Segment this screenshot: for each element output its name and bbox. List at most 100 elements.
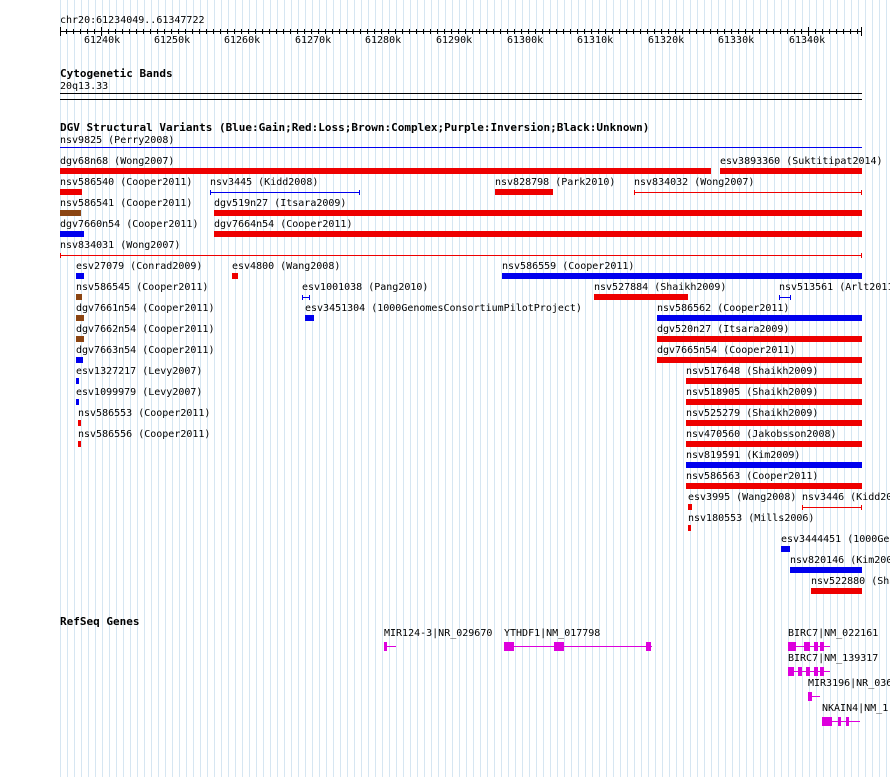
dgv-variant-label[interactable]: dgv7661n54 (Cooper2011) — [76, 303, 214, 314]
dgv-variant-label[interactable]: nsv586563 (Cooper2011) — [686, 471, 818, 482]
dgv-variant-label[interactable]: nsv586562 (Cooper2011) — [657, 303, 789, 314]
dgv-variant-label[interactable]: nsv3445 (Kidd2008) — [210, 177, 318, 188]
refseq-gene-exon[interactable] — [788, 667, 794, 676]
dgv-variant-label[interactable]: nsv834032 (Wong2007) — [634, 177, 754, 188]
dgv-variant-label[interactable]: nsv586545 (Cooper2011) — [76, 282, 208, 293]
dgv-variant-label[interactable]: nsv9825 (Perry2008) — [60, 135, 174, 146]
refseq-track-title[interactable]: RefSeq Genes — [60, 616, 139, 628]
dgv-variant-bar[interactable] — [76, 378, 79, 384]
dgv-variant-label[interactable]: dgv68n68 (Wong2007) — [60, 156, 174, 167]
dgv-variant-label[interactable]: nsv586556 (Cooper2011) — [78, 429, 210, 440]
dgv-variant-label[interactable]: dgv7664n54 (Cooper2011) — [214, 219, 352, 230]
dgv-variant-bar[interactable] — [686, 441, 862, 447]
refseq-gene-label[interactable]: NKAIN4|NM_1 — [822, 703, 888, 714]
dgv-variant-bar[interactable] — [60, 168, 711, 174]
dgv-variant-bar[interactable] — [495, 189, 553, 195]
dgv-variant-label[interactable]: nsv525279 (Shaikh2009) — [686, 408, 818, 419]
refseq-gene-exon[interactable] — [804, 642, 810, 651]
refseq-gene-exon[interactable] — [846, 717, 849, 726]
refseq-gene-label[interactable]: BIRC7|NM_139317 — [788, 653, 878, 664]
dgv-variant-label[interactable]: nsv586541 (Cooper2011) — [60, 198, 192, 209]
dgv-variant-label[interactable]: nsv180553 (Mills2006) — [688, 513, 814, 524]
dgv-variant-label[interactable]: dgv7662n54 (Cooper2011) — [76, 324, 214, 335]
dgv-variant-label[interactable]: nsv470560 (Jakobsson2008) — [686, 429, 837, 440]
dgv-variant-label[interactable]: nsv517648 (Shaikh2009) — [686, 366, 818, 377]
refseq-gene-exon[interactable] — [808, 692, 812, 701]
refseq-gene-intron[interactable] — [504, 646, 652, 647]
dgv-variant-label[interactable]: nsv518905 (Shaikh2009) — [686, 387, 818, 398]
dgv-variant-label[interactable]: nsv586559 (Cooper2011) — [502, 261, 634, 272]
refseq-gene-exon[interactable] — [788, 642, 796, 651]
refseq-gene-label[interactable]: BIRC7|NM_022161 — [788, 628, 878, 639]
dgv-variant-bar[interactable] — [686, 378, 862, 384]
dgv-variant-bar[interactable] — [60, 189, 82, 195]
dgv-variant-label[interactable]: dgv7663n54 (Cooper2011) — [76, 345, 214, 356]
dgv-variant-bar[interactable] — [502, 273, 862, 279]
dgv-variant-label[interactable]: esv1327217 (Levy2007) — [76, 366, 202, 377]
dgv-variant-label[interactable]: esv4800 (Wang2008) — [232, 261, 340, 272]
dgv-variant-bar[interactable] — [657, 315, 862, 321]
dgv-variant-label[interactable]: esv3893360 (Suktitipat2014) — [720, 156, 883, 167]
dgv-variant-bar[interactable] — [594, 294, 688, 300]
refseq-gene-label[interactable]: MIR3196|NR_036 — [808, 678, 890, 689]
dgv-variant-bar[interactable] — [214, 231, 862, 237]
refseq-gene-label[interactable]: MIR124-3|NR_029670 — [384, 628, 492, 639]
refseq-gene-exon[interactable] — [820, 642, 824, 651]
dgv-variant-bar[interactable] — [60, 231, 84, 237]
refseq-gene-exon[interactable] — [814, 642, 818, 651]
dgv-variant-label[interactable]: nsv834031 (Wong2007) — [60, 240, 180, 251]
refseq-gene-label[interactable]: YTHDF1|NM_017798 — [504, 628, 600, 639]
refseq-gene-exon[interactable] — [826, 717, 832, 726]
dgv-variant-bar[interactable] — [76, 273, 84, 279]
refseq-gene-exon[interactable] — [504, 642, 514, 651]
dgv-variant-label[interactable]: dgv520n27 (Itsara2009) — [657, 324, 789, 335]
dgv-variant-bar[interactable] — [686, 420, 862, 426]
refseq-gene-exon[interactable] — [554, 642, 564, 651]
dgv-variant-line[interactable] — [210, 192, 360, 193]
dgv-variant-label[interactable]: esv1099979 (Levy2007) — [76, 387, 202, 398]
dgv-variant-line[interactable] — [802, 507, 862, 508]
dgv-variant-bar[interactable] — [76, 399, 79, 405]
dgv-variant-label[interactable]: nsv522880 (Shaikh2009) — [811, 576, 890, 587]
dgv-variant-bar[interactable] — [76, 357, 83, 363]
refseq-gene-exon[interactable] — [798, 667, 802, 676]
refseq-gene-exon[interactable] — [806, 667, 810, 676]
dgv-variant-label[interactable]: nsv820146 (Kim2009) — [790, 555, 890, 566]
dgv-variant-bar[interactable] — [781, 546, 790, 552]
refseq-gene-exon[interactable] — [646, 642, 651, 651]
dgv-variant-bar[interactable] — [686, 483, 862, 489]
dgv-variant-bar[interactable] — [232, 273, 238, 279]
dgv-variant-bar[interactable] — [720, 168, 862, 174]
dgv-variant-label[interactable]: nsv586553 (Cooper2011) — [78, 408, 210, 419]
dgv-variant-label[interactable]: esv3451304 (1000GenomesConsortiumPilotPr… — [305, 303, 582, 314]
cyto-track-title[interactable]: Cytogenetic Bands — [60, 68, 173, 80]
dgv-variant-label[interactable]: dgv7660n54 (Cooper2011) — [60, 219, 198, 230]
dgv-variant-label[interactable]: nsv3446 (Kidd2008) — [802, 492, 890, 503]
dgv-variant-label[interactable]: nsv513561 (Arlt2011) — [779, 282, 890, 293]
dgv-variant-bar[interactable] — [60, 210, 81, 216]
dgv-variant-bar[interactable] — [76, 294, 82, 300]
refseq-gene-exon[interactable] — [820, 667, 824, 676]
dgv-variant-label[interactable]: dgv7665n54 (Cooper2011) — [657, 345, 795, 356]
dgv-variant-bar[interactable] — [305, 315, 314, 321]
refseq-gene-exon[interactable] — [384, 642, 387, 651]
dgv-variant-bar[interactable] — [811, 588, 862, 594]
dgv-variant-line[interactable] — [634, 192, 862, 193]
dgv-variant-label[interactable]: nsv819591 (Kim2009) — [686, 450, 800, 461]
dgv-variant-label[interactable]: dgv519n27 (Itsara2009) — [214, 198, 346, 209]
dgv-variant-bar[interactable] — [686, 462, 862, 468]
dgv-variant-label[interactable]: nsv527884 (Shaikh2009) — [594, 282, 726, 293]
dgv-variant-bar[interactable] — [78, 420, 81, 426]
dgv-variant-label[interactable]: esv3444451 (1000Genomes) — [781, 534, 890, 545]
dgv-variant-bar[interactable] — [76, 336, 84, 342]
dgv-variant-bar[interactable] — [78, 441, 81, 447]
dgv-variant-bar[interactable] — [76, 315, 84, 321]
dgv-variant-label[interactable]: nsv586540 (Cooper2011) — [60, 177, 192, 188]
dgv-variant-bar[interactable] — [790, 567, 862, 573]
dgv-variant-line[interactable] — [60, 255, 862, 256]
dgv-track-title[interactable]: DGV Structural Variants (Blue:Gain;Red:L… — [60, 122, 649, 134]
dgv-variant-label[interactable]: esv27079 (Conrad2009) — [76, 261, 202, 272]
refseq-gene-exon[interactable] — [814, 667, 818, 676]
dgv-variant-bar[interactable] — [688, 504, 692, 510]
dgv-variant-label[interactable]: nsv828798 (Park2010) — [495, 177, 615, 188]
